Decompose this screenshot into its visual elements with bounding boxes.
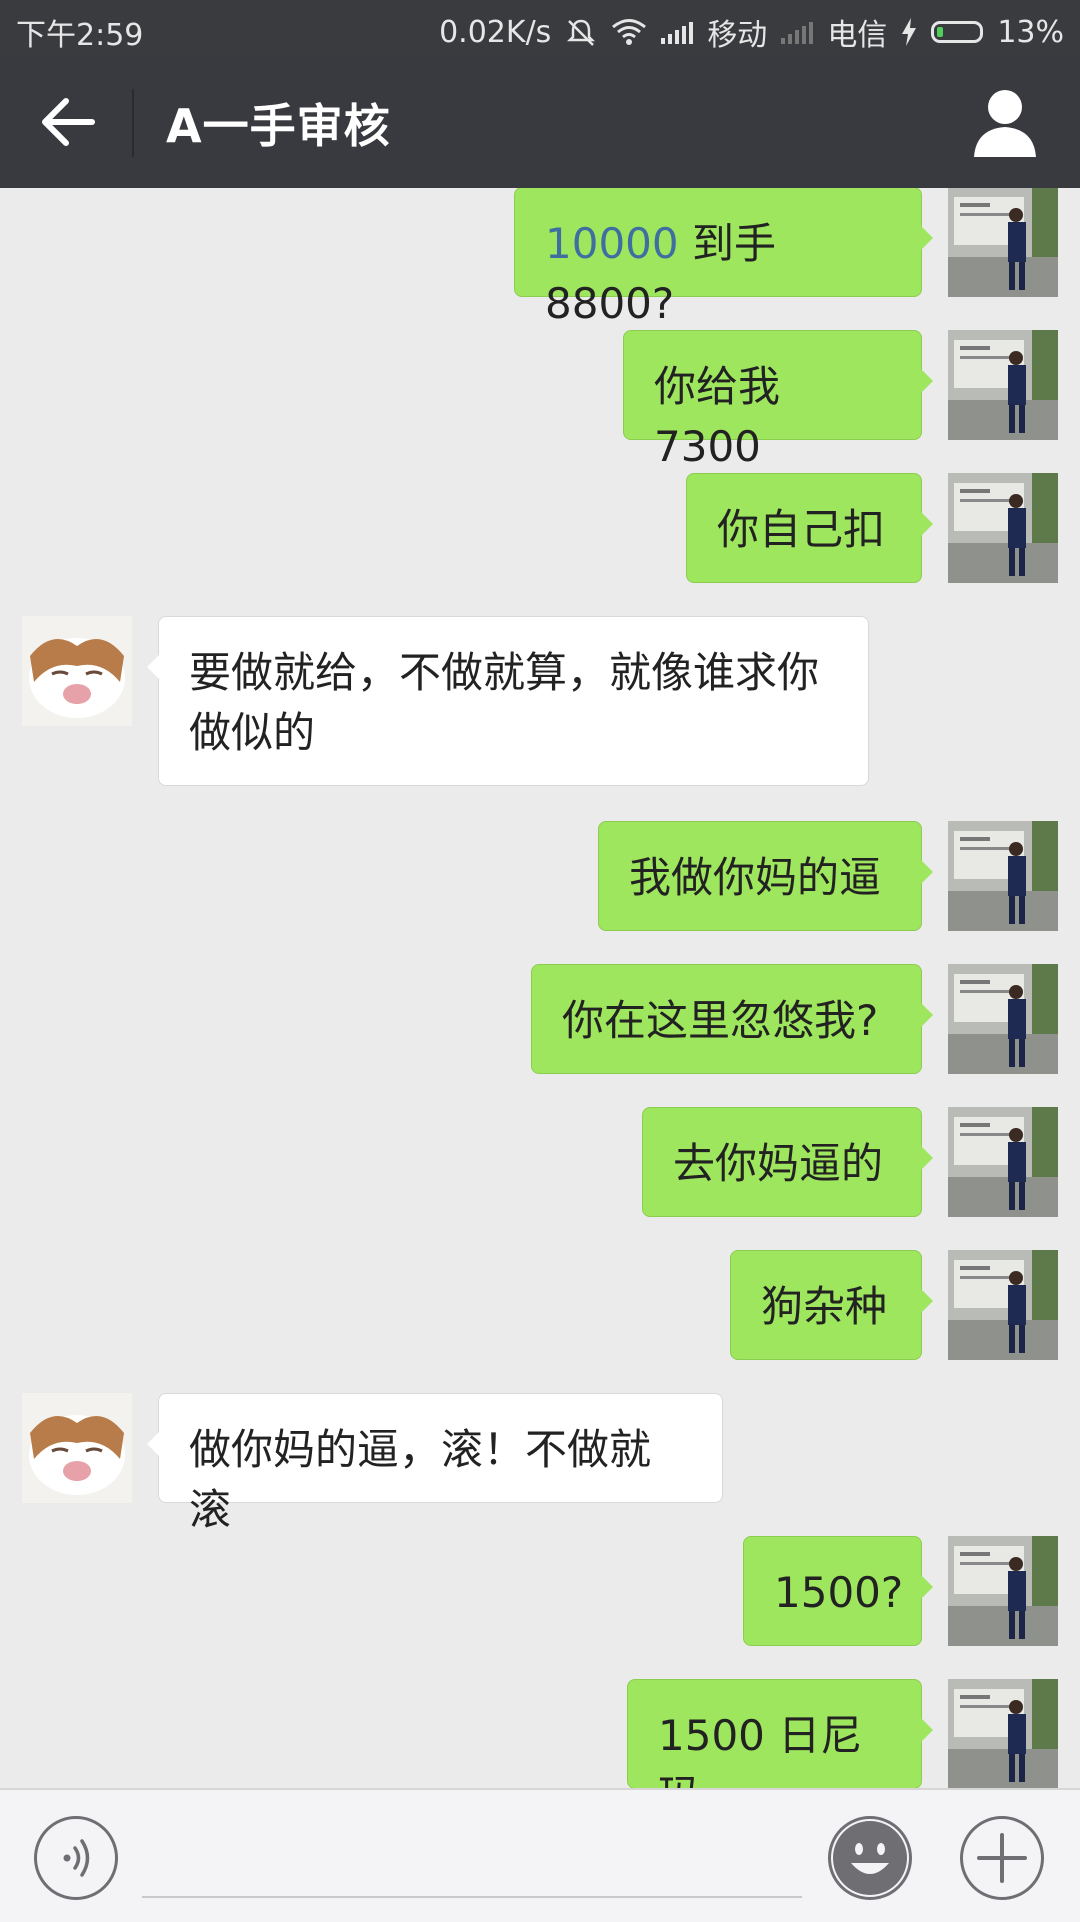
message-text: 你给我 7300 [654, 362, 781, 471]
signal-icon-2 [781, 20, 814, 44]
my-message-bubble[interactable]: 10000 到手 8800? [514, 188, 933, 328]
plus-icon [977, 1833, 1027, 1883]
emoji-button[interactable] [828, 1816, 912, 1900]
my-avatar[interactable] [948, 188, 1058, 297]
message-text: 你自己扣 [717, 505, 886, 554]
chat-header: A一手审核 [0, 57, 1080, 188]
message-link-number[interactable]: 10000 [545, 219, 679, 268]
contact-avatar[interactable] [22, 616, 132, 726]
status-right: 0.02K/s 移动 电信 13% [439, 10, 1064, 54]
my-avatar[interactable] [948, 1250, 1058, 1360]
voice-icon [63, 1839, 90, 1877]
my-avatar[interactable] [948, 1107, 1058, 1217]
status-bar: 下午2:59 0.02K/s 移动 电信 13% [0, 0, 1080, 57]
message-text: 你在这里忽悠我? [562, 996, 879, 1045]
message-text: 做你妈的逼，滚！不做就滚 [189, 1425, 652, 1534]
message-text: 狗杂种 [761, 1282, 888, 1331]
my-message-bubble[interactable]: 我做你妈的逼 [598, 821, 933, 931]
my-message-bubble[interactable]: 狗杂种 [730, 1250, 933, 1360]
person-icon[interactable] [970, 85, 1040, 159]
message-text: 要做就给，不做就算，就像谁求你做似的 [189, 648, 820, 757]
battery-percent: 13% [997, 14, 1064, 50]
header-divider [132, 89, 134, 157]
voice-button[interactable] [34, 1816, 118, 1900]
mute-icon [567, 19, 596, 46]
signal-icon [661, 20, 694, 44]
battery-icon [931, 21, 984, 43]
contact-message-bubble[interactable]: 要做就给，不做就算，就像谁求你做似的 [147, 616, 869, 786]
arrow-left-icon[interactable] [36, 87, 106, 157]
contact-avatar[interactable] [22, 1393, 132, 1503]
my-avatar[interactable] [948, 964, 1058, 1074]
message-text: 去你妈逼的 [673, 1139, 884, 1188]
my-avatar[interactable] [948, 330, 1058, 440]
my-message-bubble[interactable]: 你自己扣 [686, 473, 933, 583]
carrier-2: 电信 [827, 18, 888, 53]
emoji-icon [833, 1821, 907, 1895]
my-message-bubble[interactable]: 1500? [743, 1536, 933, 1646]
contact-message-bubble[interactable]: 做你妈的逼，滚！不做就滚 [147, 1393, 723, 1534]
my-avatar[interactable] [948, 473, 1058, 583]
plus-button[interactable] [960, 1816, 1044, 1900]
message-text: 1500? [774, 1568, 904, 1617]
status-time: 下午2:59 [16, 18, 144, 53]
network-speed: 0.02K/s [439, 14, 552, 50]
my-avatar[interactable] [948, 1679, 1058, 1788]
message-list[interactable]: 10000 到手 8800? 你给我 7300 你自己扣 要做就给，不做就算，就… [0, 188, 1080, 1788]
message-text: 1500 日尼玛 [658, 1711, 863, 1788]
my-message-bubble[interactable]: 去你妈逼的 [642, 1107, 933, 1217]
my-avatar[interactable] [948, 1536, 1058, 1646]
my-message-bubble[interactable]: 1500 日尼玛 [627, 1679, 933, 1788]
message-input[interactable] [142, 1896, 802, 1898]
carrier-1: 移动 [707, 18, 768, 53]
message-text: 我做你妈的逼 [629, 853, 882, 902]
my-avatar[interactable] [948, 821, 1058, 931]
wifi-icon [612, 19, 647, 45]
input-bar [0, 1788, 1080, 1922]
my-message-bubble[interactable]: 你在这里忽悠我? [531, 964, 933, 1074]
chat-title: A一手审核 [166, 99, 391, 153]
my-message-bubble[interactable]: 你给我 7300 [623, 330, 933, 471]
charging-icon [902, 18, 917, 46]
